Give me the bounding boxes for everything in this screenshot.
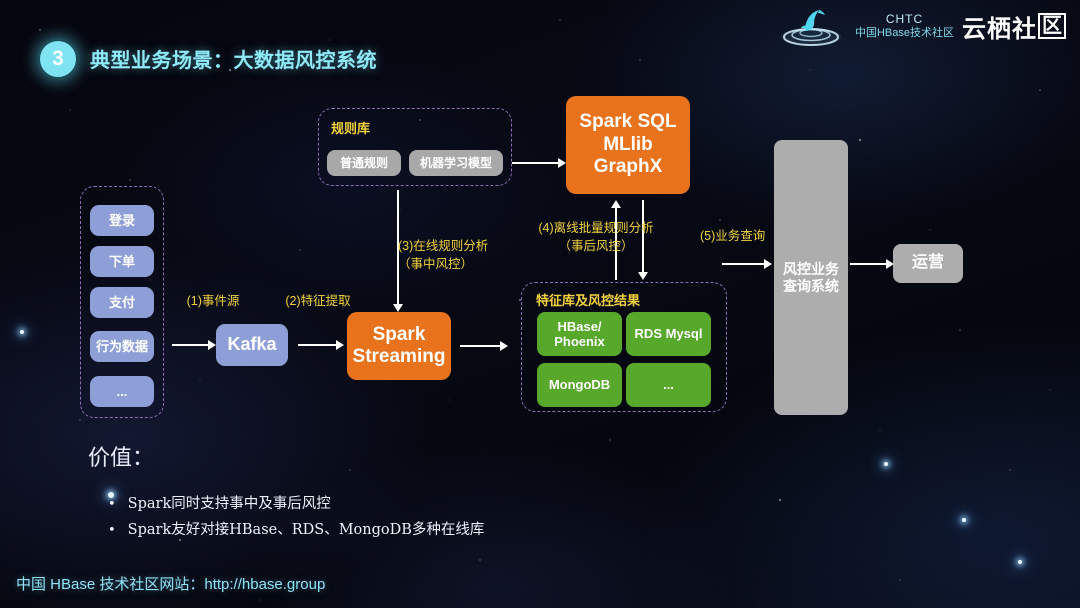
feature-store-item-hbase-phoenix[interactable]: HBase/ Phoenix — [537, 312, 622, 356]
section-number-badge: 3 — [37, 38, 79, 80]
node-query-system[interactable]: 风控业务 查询系统 — [774, 140, 848, 415]
annotation-4-offline-batch-rule-analysis: (4)离线批量规则分析 （事后风控） — [538, 221, 654, 254]
rule-item-normal[interactable]: 普通规则 — [327, 150, 401, 176]
annotation-3-online-rule-analysis: (3)在线规则分析 （事中风控） — [398, 239, 489, 272]
glow-star — [20, 330, 24, 334]
feature-store-label: 特征库及风控结果 — [536, 293, 641, 308]
annotation-1-event-source: (1)事件源 — [186, 294, 240, 308]
value-bullet-item: • Spark同时支持事中及事后风控 — [108, 492, 331, 513]
event-source-item-login[interactable]: 登录 — [90, 205, 154, 236]
value-bullet-item: • Spark友好对接HBase、RDS、MongoDB多种在线库 — [108, 518, 484, 539]
arrow-kafka-to-spark-streaming — [298, 339, 344, 351]
glow-star — [1018, 560, 1022, 564]
annotation-2-feature-extraction: (2)特征提取 — [285, 294, 351, 308]
chtc-logo-text: CHTC 中国HBase技术社区 — [855, 12, 954, 43]
arrow-feature-store-to-query-system — [722, 258, 772, 270]
node-operations[interactable]: 运营 — [893, 244, 963, 283]
slide-header: 3 典型业务场景：大数据风控系统 CHTC 中国HBase技术社区 云栖社 区 — [0, 0, 1080, 92]
event-source-item-payment[interactable]: 支付 — [90, 287, 154, 318]
rules-library-label: 规则库 — [331, 121, 371, 136]
page-title: 典型业务场景：大数据风控系统 — [90, 50, 377, 72]
glow-star — [962, 518, 966, 522]
node-spark-sql[interactable]: Spark SQL MLlib GraphX — [566, 96, 690, 194]
bullet-icon: • — [108, 523, 116, 538]
dolphin-icon — [775, 4, 847, 50]
event-source-item-order[interactable]: 下单 — [90, 246, 154, 277]
yunqi-logo: 云栖社 区 — [962, 9, 1072, 46]
feature-store-item-rds-mysql[interactable]: RDS Mysql — [626, 312, 711, 356]
node-spark-streaming[interactable]: Spark Streaming — [347, 312, 451, 380]
chtc-cn-label: 中国HBase技术社区 — [854, 26, 954, 39]
feature-store-item-mongodb[interactable]: MongoDB — [537, 363, 622, 407]
yunqi-logo-text: 云栖社 — [962, 15, 1037, 43]
arrow-query-system-to-operations — [850, 258, 894, 270]
chtc-en-label: CHTC — [885, 11, 924, 26]
arrow-rules-to-spark-sql — [512, 157, 566, 169]
arrow-spark-streaming-to-feature-store — [460, 340, 508, 352]
feature-store-item-more[interactable]: ... — [626, 363, 711, 407]
event-source-item-behavior-data[interactable]: 行为数据 — [90, 331, 154, 362]
value-section-title: 价值： — [88, 446, 155, 471]
yunqi-logo-boxed-char: 区 — [1038, 13, 1066, 39]
node-kafka[interactable]: Kafka — [216, 324, 288, 366]
value-bullet-text: Spark友好对接HBase、RDS、MongoDB多种在线库 — [127, 522, 485, 538]
footer-website-link[interactable]: 中国 HBase 技术社区网站：http://hbase.group — [16, 573, 325, 594]
arrow-sources-to-kafka — [172, 339, 216, 351]
logo-group: CHTC 中国HBase技术社区 云栖社 区 — [775, 4, 1072, 50]
bullet-icon: • — [108, 497, 116, 512]
slide-canvas: 3 典型业务场景：大数据风控系统 CHTC 中国HBase技术社区 云栖社 区 … — [0, 0, 1080, 608]
rule-item-ml-model[interactable]: 机器学习模型 — [409, 150, 503, 176]
glow-star — [884, 462, 888, 466]
value-bullet-text: Spark同时支持事中及事后风控 — [127, 496, 331, 512]
event-source-item-more[interactable]: ... — [90, 376, 154, 407]
